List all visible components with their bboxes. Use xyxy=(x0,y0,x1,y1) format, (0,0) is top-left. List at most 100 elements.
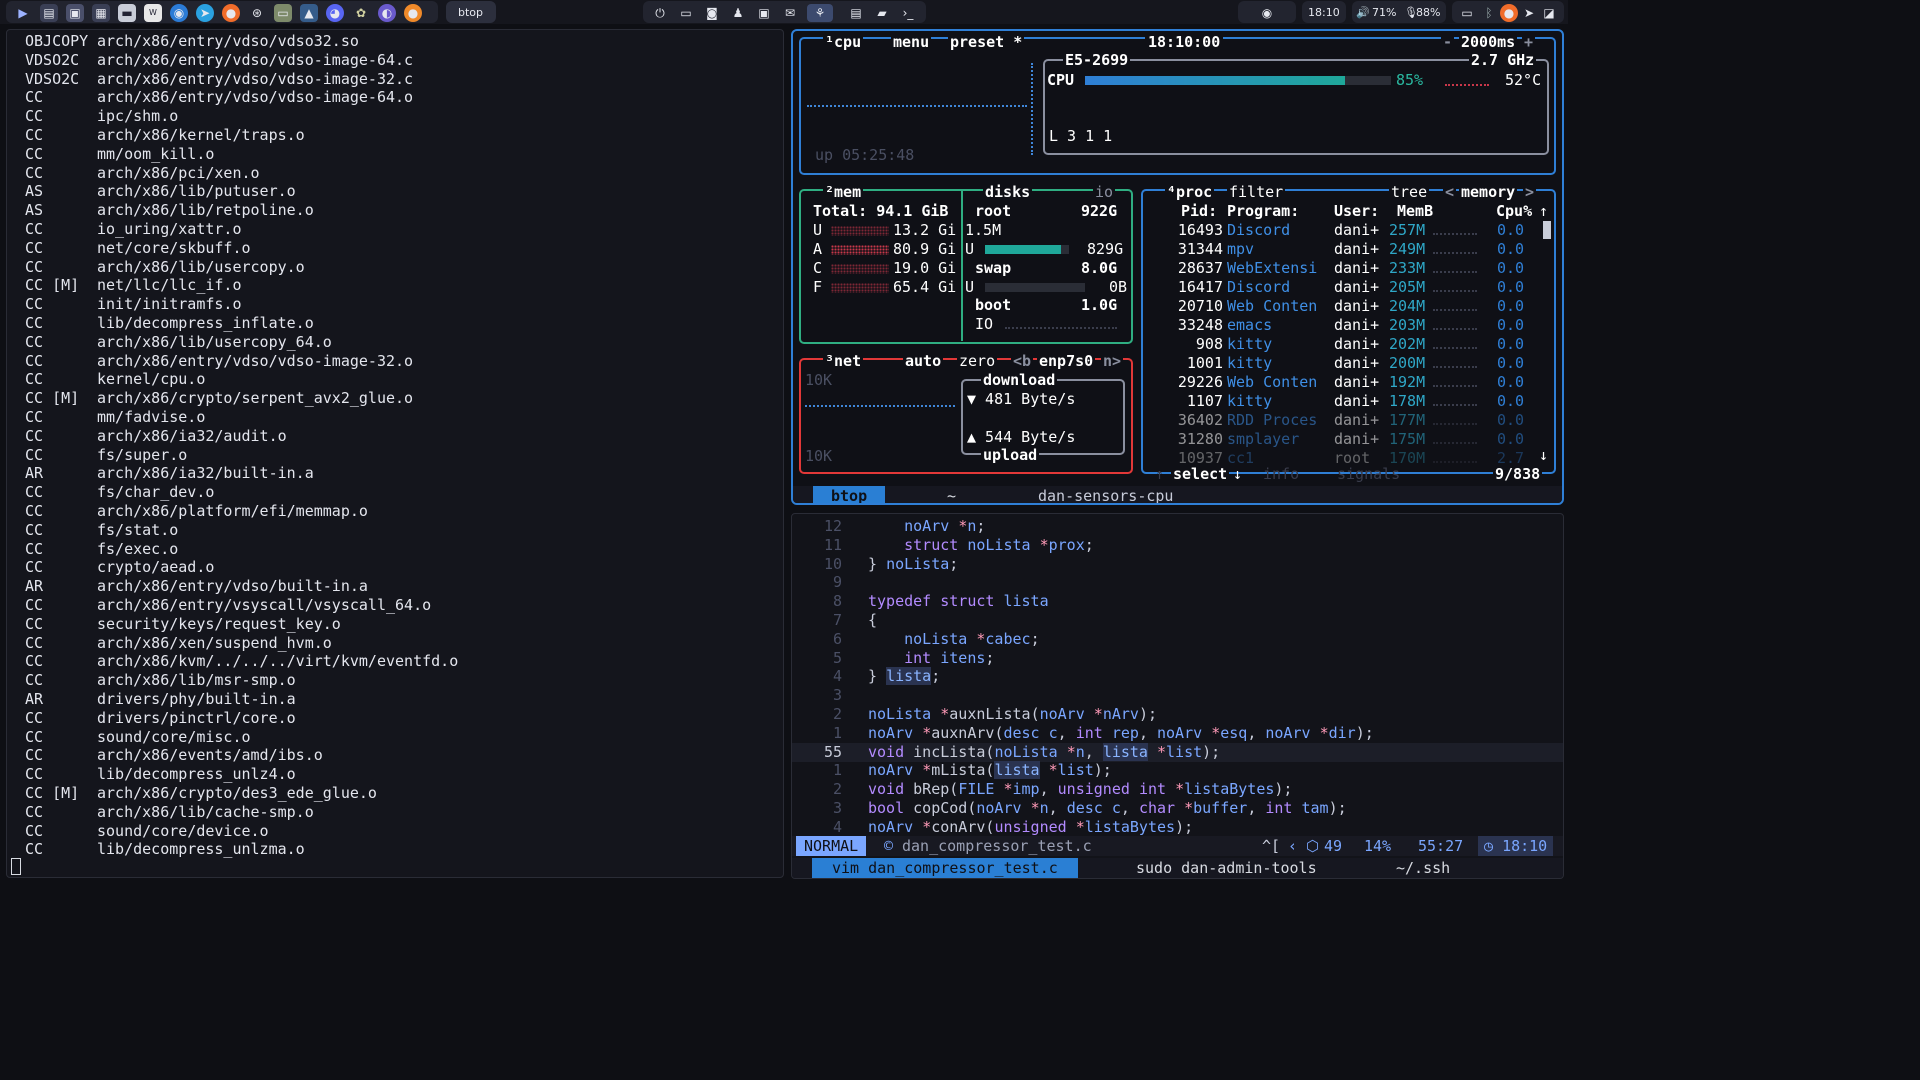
code-line[interactable]: 9 xyxy=(792,573,1563,592)
table-row[interactable]: 29226 Web Conten dani+ 192M 0.0 xyxy=(1145,373,1535,392)
proc-select[interactable]: select xyxy=(1171,465,1230,484)
active-window-pill[interactable]: btop xyxy=(446,1,496,23)
col-mem[interactable]: MemB xyxy=(1397,202,1433,221)
prompt-icon[interactable]: ›_ xyxy=(899,4,917,22)
clock-pill[interactable]: 18:10 xyxy=(1302,1,1346,23)
proc-scrollbar[interactable] xyxy=(1543,221,1551,239)
sort-next[interactable]: > xyxy=(1523,183,1537,202)
power-icon[interactable]: ⏻ xyxy=(651,4,669,22)
code-line[interactable]: 10} noLista; xyxy=(792,555,1563,574)
folder-icon[interactable]: ▤ xyxy=(40,4,58,22)
tmux-window-admin[interactable]: sudo dan-admin-tools xyxy=(1136,858,1317,878)
table-row[interactable]: 908 kitty dani+ 202M 0.0 xyxy=(1145,335,1535,354)
code-line[interactable]: 6 noLista *cabec; xyxy=(792,630,1563,649)
code-line[interactable]: 8 typedef struct lista xyxy=(792,592,1563,611)
files-icon[interactable]: ▬ xyxy=(118,4,136,22)
col-user[interactable]: User: xyxy=(1334,202,1379,221)
code-line[interactable]: 7{ xyxy=(792,611,1563,630)
code-line[interactable]: 5 int itens; xyxy=(792,649,1563,668)
table-row[interactable]: 31344 mpv dani+ 249M 0.0 xyxy=(1145,240,1535,259)
image-icon[interactable]: ▦ xyxy=(92,4,110,22)
scroll-down-icon[interactable]: ↓ xyxy=(1539,446,1548,465)
code-line[interactable]: 3 xyxy=(792,686,1563,705)
code-line[interactable]: 3 bool copCod(noArv *n, desc c, char *buf… xyxy=(792,799,1563,818)
btop-window[interactable]: ¹cpu menu preset * 18:10:00 - 2000ms + u… xyxy=(791,29,1564,505)
notes-icon[interactable]: W xyxy=(144,4,162,22)
code-line[interactable]: 1 noArv *auxnArv(desc c, int rep, noArv *… xyxy=(792,724,1563,743)
net-auto[interactable]: auto xyxy=(903,352,944,371)
code-line[interactable]: 4} lista; xyxy=(792,667,1563,686)
code-line[interactable]: 4 noArv *conArv(unsigned *listaBytes); xyxy=(792,818,1563,837)
orange-icon[interactable]: ● xyxy=(404,4,422,22)
net-tab[interactable]: ³net xyxy=(823,352,864,371)
build-terminal[interactable]: OBJCOPY arch/x86/entry/vdso/vdso32.so VDSO… xyxy=(6,29,784,878)
browser-icon[interactable]: ◉ xyxy=(170,4,188,22)
monitor-icon[interactable]: ▲ xyxy=(300,4,318,22)
steam-icon[interactable]: ⊛ xyxy=(248,4,266,22)
proc-tree[interactable]: tree xyxy=(1389,183,1430,202)
tmux-window-active[interactable]: btop xyxy=(813,486,886,503)
vim-editor[interactable]: 12 noArv *n; 11 struct noLista *prox; 10} … xyxy=(791,513,1564,879)
telegram-icon[interactable]: ➤ xyxy=(1520,4,1538,22)
archive-icon[interactable]: ▭ xyxy=(274,4,292,22)
proc-filter[interactable]: filter xyxy=(1227,183,1286,202)
code-icon[interactable]: ⚘ xyxy=(807,4,833,22)
table-row[interactable]: 1001 kitty dani+ 200M 0.0 xyxy=(1145,354,1535,373)
preset-button[interactable]: preset * xyxy=(948,33,1025,52)
sort-prev[interactable]: < xyxy=(1443,183,1457,202)
io-tab[interactable]: io xyxy=(1093,183,1116,202)
image-icon[interactable]: ▣ xyxy=(755,4,773,22)
game-icon[interactable]: ✿ xyxy=(352,4,370,22)
code-line[interactable]: 12 noArv *n; xyxy=(792,517,1563,536)
note-icon[interactable]: ▰ xyxy=(873,4,891,22)
net-zero[interactable]: zero xyxy=(957,352,998,371)
scroll-up-icon[interactable]: ↑ xyxy=(1539,202,1548,221)
code-line[interactable]: 55 void incLista(noLista *n, lista *list)… xyxy=(792,742,1563,762)
code-line[interactable]: 11 struct noLista *prox; xyxy=(792,536,1563,555)
code-line[interactable]: 1 noArv *mLista(lista *list); xyxy=(792,761,1563,780)
audio-pill[interactable]: 🔊 71% 🎙 88% xyxy=(1352,1,1446,23)
firefox-icon[interactable]: ● xyxy=(1500,4,1518,22)
volume-icon[interactable]: 🔊 xyxy=(1356,1,1370,25)
eye-pill[interactable]: ◉ xyxy=(1238,1,1296,23)
cpu-tab[interactable]: ¹cpu xyxy=(823,33,864,52)
net-next[interactable]: n> xyxy=(1101,352,1124,371)
col-cpu[interactable]: Cpu% xyxy=(1496,202,1532,221)
table-row[interactable]: 1107 kitty dani+ 178M 0.0 xyxy=(1145,392,1535,411)
apps-icon[interactable]: ◐ xyxy=(378,4,396,22)
proc-info[interactable]: info xyxy=(1263,465,1299,484)
net-prev[interactable]: <b xyxy=(1011,352,1034,371)
table-row[interactable]: 16417 Discord dani+ 205M 0.0 xyxy=(1145,278,1535,297)
code-line[interactable]: 2 void bRep(FILE *imp, unsigned int *list… xyxy=(792,780,1563,799)
grid-icon[interactable]: ▤ xyxy=(847,4,865,22)
interval-increase[interactable]: + xyxy=(1522,33,1536,52)
mail-icon[interactable]: ✉ xyxy=(781,4,799,22)
table-row[interactable]: 31280 smplayer dani+ 175M 0.0 xyxy=(1145,430,1535,449)
discord-icon[interactable]: ◕ xyxy=(326,4,344,22)
col-pid[interactable]: Pid: xyxy=(1181,202,1217,221)
launcher-icon[interactable]: ▶ xyxy=(14,4,32,22)
code-line[interactable]: 2 noLista *auxnLista(noArv *nArv); xyxy=(792,705,1563,724)
proc-signals[interactable]: signals xyxy=(1337,465,1400,484)
display-icon[interactable]: ▭ xyxy=(1458,4,1476,22)
discord-icon[interactable]: ◙ xyxy=(703,4,721,22)
table-row[interactable]: 28637 WebExtensi dani+ 233M 0.0 xyxy=(1145,259,1535,278)
mem-tab[interactable]: ²mem xyxy=(823,183,864,202)
proc-tab[interactable]: ⁴proc xyxy=(1165,183,1215,202)
tmux-window-ssh[interactable]: ~/.ssh xyxy=(1396,858,1450,878)
terminal-icon[interactable]: ▣ xyxy=(66,4,84,22)
firefox-icon[interactable]: ● xyxy=(222,4,240,22)
window-icon[interactable]: ◪ xyxy=(1540,4,1558,22)
table-row[interactable]: 36402 RDD Proces dani+ 177M 0.0 xyxy=(1145,411,1535,430)
user-icon[interactable]: ♟ xyxy=(729,4,747,22)
table-row[interactable]: 16493 Discord dani+ 257M 0.0 xyxy=(1145,221,1535,240)
table-row[interactable]: 20710 Web Conten dani+ 204M 0.0 xyxy=(1145,297,1535,316)
eye-icon[interactable]: ◉ xyxy=(1258,4,1276,22)
table-row[interactable]: 33248 emacs dani+ 203M 0.0 xyxy=(1145,316,1535,335)
folder-icon[interactable]: ▭ xyxy=(677,4,695,22)
bluetooth-icon[interactable]: ᛒ xyxy=(1480,4,1498,22)
menu-button[interactable]: menu xyxy=(891,33,932,52)
telegram-icon[interactable]: ➤ xyxy=(196,4,214,22)
col-program[interactable]: Program: xyxy=(1227,202,1299,221)
disks-tab[interactable]: disks xyxy=(983,183,1033,202)
